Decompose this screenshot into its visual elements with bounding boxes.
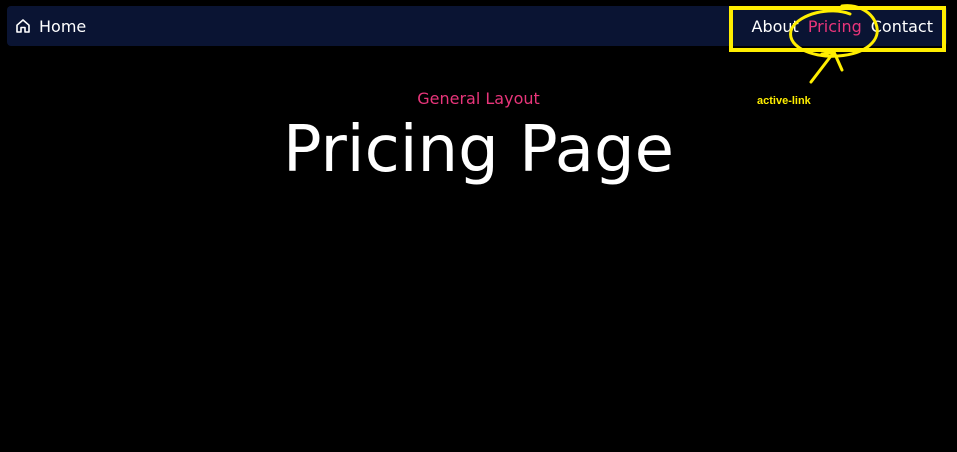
nav-links: About Pricing Contact [752,6,934,46]
page-subtitle: General Layout [417,89,540,108]
annotation-overlay [729,4,946,84]
home-link[interactable]: Home [15,6,86,46]
page-title: Pricing Page [283,113,674,187]
navbar: Home About Pricing Contact [7,6,947,46]
nav-link-pricing[interactable]: Pricing [808,17,862,36]
annotation-arrow [809,50,844,84]
nav-link-about[interactable]: About [752,17,799,36]
home-link-label: Home [39,16,87,36]
annotation-label: active-link [757,95,811,107]
nav-link-contact[interactable]: Contact [871,17,933,36]
home-icon [15,18,31,34]
